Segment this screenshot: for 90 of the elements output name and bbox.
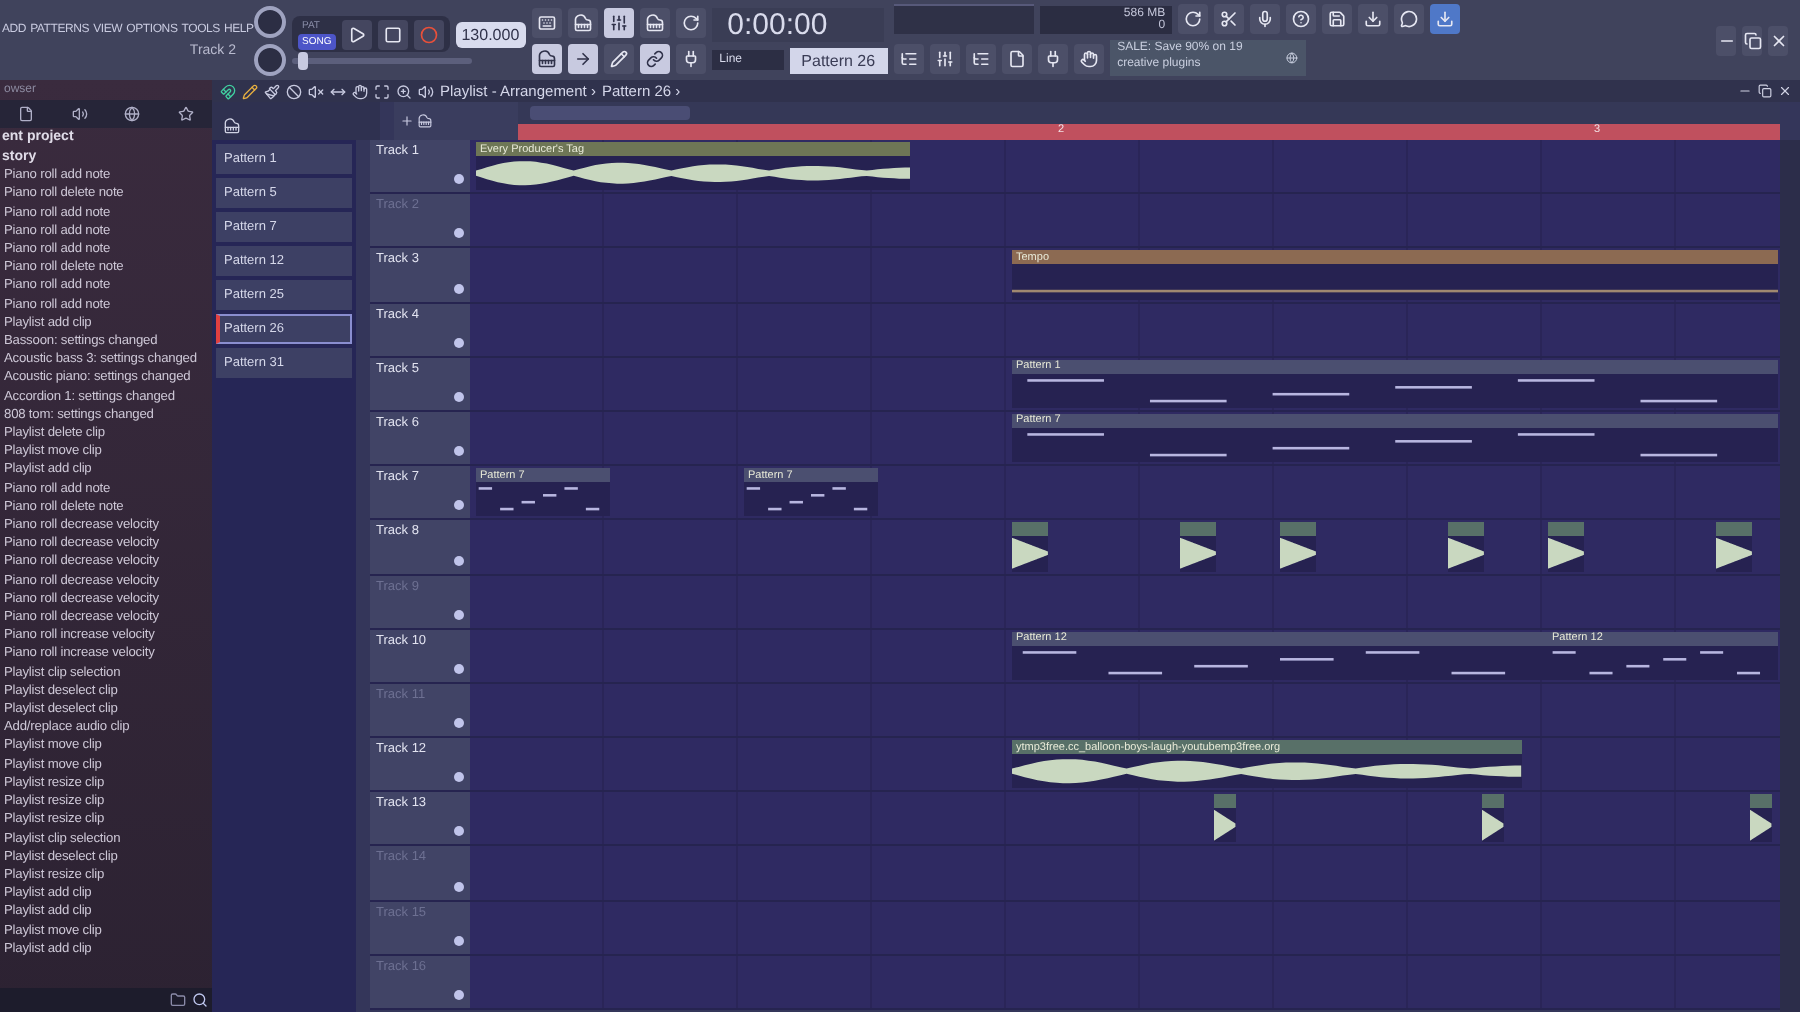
- pattern-select[interactable]: Pattern 26: [789, 47, 888, 73]
- track-enable-dot[interactable]: [454, 174, 464, 185]
- mute-icon[interactable]: [308, 83, 324, 99]
- track-enable-dot[interactable]: [454, 500, 464, 511]
- slider-thumb[interactable]: [297, 52, 307, 70]
- speaker-icon[interactable]: [418, 83, 434, 99]
- waveform-drawing: [1012, 538, 1048, 570]
- audio-clip[interactable]: [1750, 794, 1772, 843]
- piano-icon[interactable]: [224, 118, 240, 134]
- track-enable-dot[interactable]: [454, 826, 464, 837]
- delete-icon[interactable]: [286, 83, 302, 99]
- brush-icon[interactable]: [264, 83, 280, 99]
- zoom-icon[interactable]: [396, 83, 412, 99]
- save-icon[interactable]: [1321, 4, 1352, 35]
- audio-clip[interactable]: [1280, 522, 1316, 571]
- close-icon[interactable]: [1778, 84, 1792, 98]
- track-enable-dot[interactable]: [454, 228, 464, 239]
- audio-clip[interactable]: [1715, 522, 1752, 571]
- add-track-icon[interactable]: [400, 114, 414, 128]
- track-enable-dot[interactable]: [454, 881, 464, 892]
- audio-clip[interactable]: [1548, 522, 1584, 571]
- audio-clip[interactable]: [1179, 522, 1216, 571]
- download-icon[interactable]: [1429, 4, 1460, 35]
- audio-clip[interactable]: [1482, 794, 1504, 843]
- play-button[interactable]: [341, 19, 372, 49]
- track-enable-dot[interactable]: [454, 609, 464, 620]
- track-enable-dot[interactable]: [454, 337, 464, 348]
- pitch-knob[interactable]: [254, 43, 286, 75]
- piano-icon[interactable]: [531, 43, 562, 73]
- vertical-scrollbar[interactable]: [1780, 140, 1800, 1012]
- pencil-icon[interactable]: [603, 43, 634, 73]
- file-icon[interactable]: [1001, 43, 1032, 73]
- track-enable-dot[interactable]: [454, 283, 464, 294]
- waveform-drawing: [1715, 538, 1752, 570]
- note-bars-drawing: [746, 487, 868, 511]
- link-icon[interactable]: [639, 43, 670, 73]
- globe-icon: [1285, 50, 1298, 66]
- plugin-icon[interactable]: [1037, 43, 1068, 73]
- restore-icon[interactable]: [1758, 84, 1772, 98]
- waveform-drawing: [1548, 538, 1584, 570]
- stop-button[interactable]: [377, 19, 408, 49]
- waveform-drawing: [1750, 810, 1772, 842]
- overview-scroll-thumb[interactable]: [530, 106, 690, 120]
- audio-clip[interactable]: [1447, 522, 1484, 571]
- help-icon[interactable]: [1285, 4, 1316, 35]
- level-meter: [893, 4, 1034, 35]
- record-button[interactable]: [413, 19, 444, 49]
- speaker-icon[interactable]: [71, 106, 88, 122]
- piano-icon[interactable]: [418, 114, 432, 128]
- track-enable-dot[interactable]: [454, 555, 464, 565]
- waveform-drawing: [1482, 810, 1504, 842]
- track-enable-dot[interactable]: [454, 772, 464, 783]
- track-enable-dot[interactable]: [454, 990, 464, 1000]
- restore-icon[interactable]: [1742, 25, 1762, 55]
- star-icon[interactable]: [177, 106, 194, 122]
- waveform-drawing: [1179, 538, 1216, 570]
- folder-icon[interactable]: [170, 992, 186, 1008]
- time-display: 0:00:00: [711, 7, 884, 41]
- track-enable-dot[interactable]: [454, 446, 464, 457]
- waveform-drawing: [1214, 810, 1236, 842]
- tempo-field[interactable]: 130.000: [455, 21, 526, 47]
- magnet-icon[interactable]: [220, 83, 236, 99]
- search-icon[interactable]: [192, 992, 208, 1008]
- minimize-icon[interactable]: [1716, 25, 1736, 55]
- close-icon[interactable]: [1768, 25, 1788, 55]
- track-enable-dot[interactable]: [454, 718, 464, 729]
- mic-icon[interactable]: [1249, 4, 1280, 35]
- record-icon: [419, 25, 438, 43]
- waveform-drawing: [1280, 538, 1316, 570]
- stop-icon: [383, 25, 402, 43]
- file-icon[interactable]: [18, 106, 35, 122]
- audio-clip[interactable]: [1012, 522, 1048, 571]
- scissors-icon[interactable]: [1213, 4, 1244, 35]
- chat-icon[interactable]: [1393, 4, 1424, 35]
- volume-knob[interactable]: [254, 5, 286, 37]
- track-enable-dot[interactable]: [454, 391, 464, 402]
- track-enable-dot[interactable]: [454, 663, 464, 674]
- play-icon: [347, 25, 366, 43]
- track-enable-dot[interactable]: [454, 935, 464, 946]
- export-icon[interactable]: [1357, 4, 1388, 35]
- waveform-drawing: [1447, 538, 1484, 570]
- note-bars-drawing: [478, 487, 600, 511]
- audio-clip[interactable]: [1214, 794, 1236, 843]
- globe-icon[interactable]: [124, 106, 141, 122]
- minimize-icon[interactable]: [1738, 84, 1752, 98]
- mixer-icon[interactable]: [929, 43, 960, 73]
- slip-icon[interactable]: [330, 83, 346, 99]
- pencil-icon[interactable]: [242, 83, 258, 99]
- master-pitch-slider[interactable]: [292, 58, 472, 64]
- zoom-fit-icon[interactable]: [374, 83, 390, 99]
